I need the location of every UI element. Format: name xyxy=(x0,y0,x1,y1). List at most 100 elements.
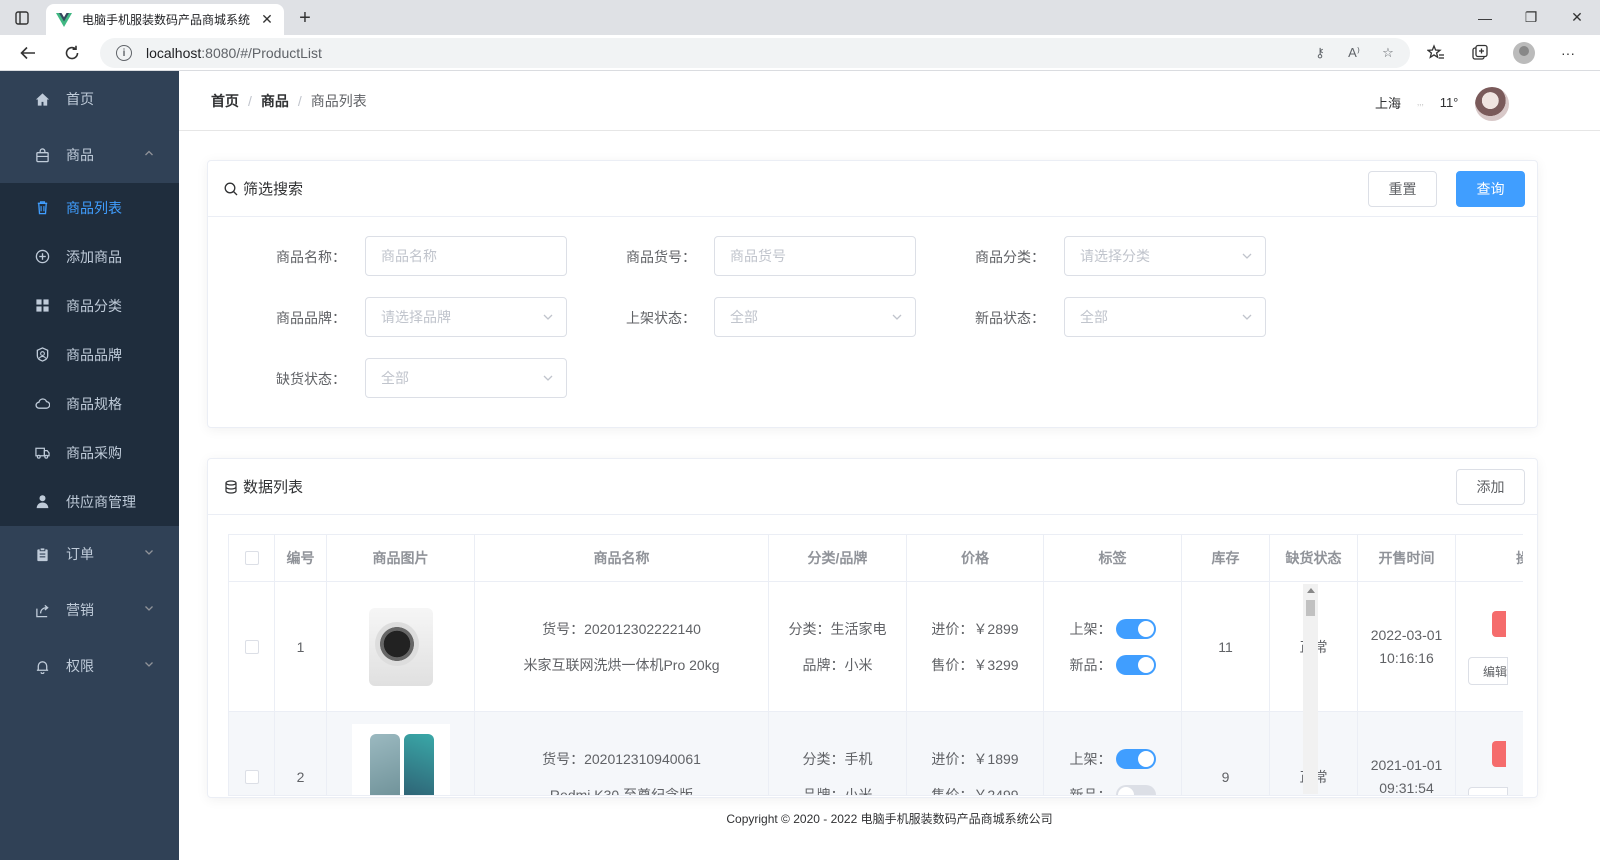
window-close-icon[interactable]: ✕ xyxy=(1554,0,1600,35)
product-name-input[interactable]: 商品名称 xyxy=(365,236,567,276)
table-row: 2 货号：202012310940061 Redmi K30 至尊纪念版 分类：… xyxy=(229,712,1523,796)
sidebar-item-label: 权限 xyxy=(66,658,94,674)
new-tab-icon[interactable]: + xyxy=(293,6,317,30)
row-checkbox[interactable] xyxy=(244,639,259,654)
row-select xyxy=(229,582,275,711)
cell-tags: 上架： 新品： xyxy=(1044,582,1182,711)
product-category: 分类：生活家电 xyxy=(788,620,887,637)
shelf-label: 上架： xyxy=(1069,620,1112,637)
product-image-washing-machine xyxy=(368,607,433,686)
sidebar-item-brand[interactable]: 商品品牌 xyxy=(0,330,179,379)
scrollbar-thumb[interactable] xyxy=(1306,600,1315,616)
category-select[interactable]: 请选择分类 xyxy=(1064,236,1266,276)
stock-status-select[interactable]: 全部 xyxy=(365,358,567,398)
shelf-label: 上架： xyxy=(1069,750,1112,767)
new-label: 新品： xyxy=(1069,786,1112,796)
sidebar-item-label: 商品分类 xyxy=(66,297,122,314)
data-list-card: 数据列表 添加 编号 商品图片 商品名称 分类/品牌 价格 标签 库存 缺货状态… xyxy=(207,458,1538,798)
favorites-icon[interactable] xyxy=(1422,39,1450,67)
breadcrumb-home[interactable]: 首页 xyxy=(211,91,239,111)
table-row: 1 货号：202012302222140 米家互联网洗烘一体机Pro 20kg … xyxy=(229,582,1523,712)
chevron-up-icon xyxy=(143,147,157,161)
sidebar-item-label: 商品规格 xyxy=(66,395,122,412)
read-aloud-icon[interactable]: A⁾ xyxy=(1344,43,1364,63)
th-image: 商品图片 xyxy=(327,535,475,581)
new-switch[interactable] xyxy=(1115,784,1156,795)
cell-operation: 编辑 xyxy=(1456,582,1523,711)
tab-actions-icon[interactable] xyxy=(12,8,32,28)
tab-close-icon[interactable]: ✕ xyxy=(260,11,274,27)
cell-name: 货号：202012302222140 米家互联网洗烘一体机Pro 20kg xyxy=(475,582,769,711)
user-icon xyxy=(34,494,50,510)
edit-button[interactable]: 编辑 xyxy=(1468,787,1508,795)
th-name: 商品名称 xyxy=(475,535,769,581)
sidebar-item-permission[interactable]: 权限 xyxy=(0,638,179,694)
key-icon[interactable]: ⚷ xyxy=(1310,43,1330,63)
profile-icon[interactable] xyxy=(1510,39,1538,67)
more-menu-icon[interactable]: ··· xyxy=(1554,39,1582,67)
add-button[interactable]: 添加 xyxy=(1456,469,1525,505)
sidebar-item-home[interactable]: 首页 xyxy=(0,71,179,127)
favorite-add-icon[interactable]: ☆ xyxy=(1378,43,1398,63)
product-category: 分类：手机 xyxy=(802,750,873,767)
back-icon[interactable] xyxy=(14,39,42,67)
share-icon xyxy=(34,602,50,618)
browser-tab-active[interactable]: 电脑手机服装数码产品商城系统 ✕ xyxy=(46,4,284,35)
cell-price: 进价：￥2899 售价：￥3299 xyxy=(907,582,1044,711)
product-price: 售价：￥2499 xyxy=(931,786,1019,796)
cell-category-brand: 分类：生活家电 品牌：小米 xyxy=(769,582,907,711)
sidebar-item-product-list[interactable]: 商品列表 xyxy=(0,183,179,232)
row-checkbox[interactable] xyxy=(244,769,259,784)
restore-icon[interactable]: ❐ xyxy=(1508,0,1554,35)
shelf-switch[interactable] xyxy=(1115,618,1156,639)
sidebar-item-label: 商品采购 xyxy=(66,444,122,461)
shelf-switch[interactable] xyxy=(1115,748,1156,769)
cell-operation: 编辑 xyxy=(1456,712,1523,795)
sidebar-item-label: 供应商管理 xyxy=(66,493,136,510)
sidebar-item-goods[interactable]: 商品 xyxy=(0,127,179,183)
brand-select[interactable]: 请选择品牌 xyxy=(365,297,567,337)
sale-time: 09:31:54 xyxy=(1379,779,1434,796)
sidebar-item-marketing[interactable]: 营销 xyxy=(0,582,179,638)
table-scrollbar[interactable] xyxy=(1303,584,1318,794)
reset-button[interactable]: 重置 xyxy=(1368,171,1437,207)
minimize-icon[interactable]: — xyxy=(1462,0,1508,35)
site-info-icon[interactable]: i xyxy=(116,45,132,61)
sidebar-item-label: 商品 xyxy=(66,147,94,163)
new-label: 新品： xyxy=(1069,656,1112,673)
scroll-up-icon[interactable] xyxy=(1307,588,1315,593)
breadcrumb: 首页 / 商品 / 商品列表 xyxy=(211,91,367,111)
product-cost: 进价：￥2899 xyxy=(931,620,1019,637)
delete-button[interactable] xyxy=(1492,611,1506,637)
query-button[interactable]: 查询 xyxy=(1456,171,1525,207)
edit-button[interactable]: 编辑 xyxy=(1468,657,1508,685)
product-sn-input[interactable]: 商品货号 xyxy=(714,236,916,276)
breadcrumb-separator: / xyxy=(297,93,302,109)
sidebar-item-add-product[interactable]: 添加商品 xyxy=(0,232,179,281)
sidebar-item-purchase[interactable]: 商品采购 xyxy=(0,428,179,477)
address-bar[interactable]: i localhost:8080/#/ProductList ⚷ A⁾ ☆ xyxy=(100,38,1410,68)
sidebar-item-orders[interactable]: 订单 xyxy=(0,526,179,582)
product-price: 售价：￥3299 xyxy=(931,656,1019,673)
select-all-checkbox[interactable] xyxy=(244,551,259,565)
sidebar-item-spec[interactable]: 商品规格 xyxy=(0,379,179,428)
publish-status-select[interactable]: 全部 xyxy=(714,297,916,337)
sale-date: 2022-03-01 xyxy=(1370,626,1443,643)
collections-icon[interactable] xyxy=(1466,39,1494,67)
category-placeholder: 请选择分类 xyxy=(1080,248,1150,264)
product-name-label: 商品名称： xyxy=(276,249,346,265)
stock-status-value: 全部 xyxy=(381,370,409,386)
th-stock: 库存 xyxy=(1182,535,1270,581)
refresh-icon[interactable] xyxy=(58,39,86,67)
sidebar-item-category[interactable]: 商品分类 xyxy=(0,281,179,330)
th-category-brand: 分类/品牌 xyxy=(769,535,907,581)
th-price: 价格 xyxy=(907,535,1044,581)
chevron-down-icon xyxy=(542,311,554,323)
user-avatar[interactable] xyxy=(1475,87,1509,121)
new-switch[interactable] xyxy=(1115,654,1156,675)
new-status-select[interactable]: 全部 xyxy=(1064,297,1266,337)
delete-button[interactable] xyxy=(1492,741,1506,767)
breadcrumb-goods[interactable]: 商品 xyxy=(261,91,289,111)
chevron-down-icon xyxy=(143,546,157,560)
sidebar-item-supplier[interactable]: 供应商管理 xyxy=(0,477,179,526)
